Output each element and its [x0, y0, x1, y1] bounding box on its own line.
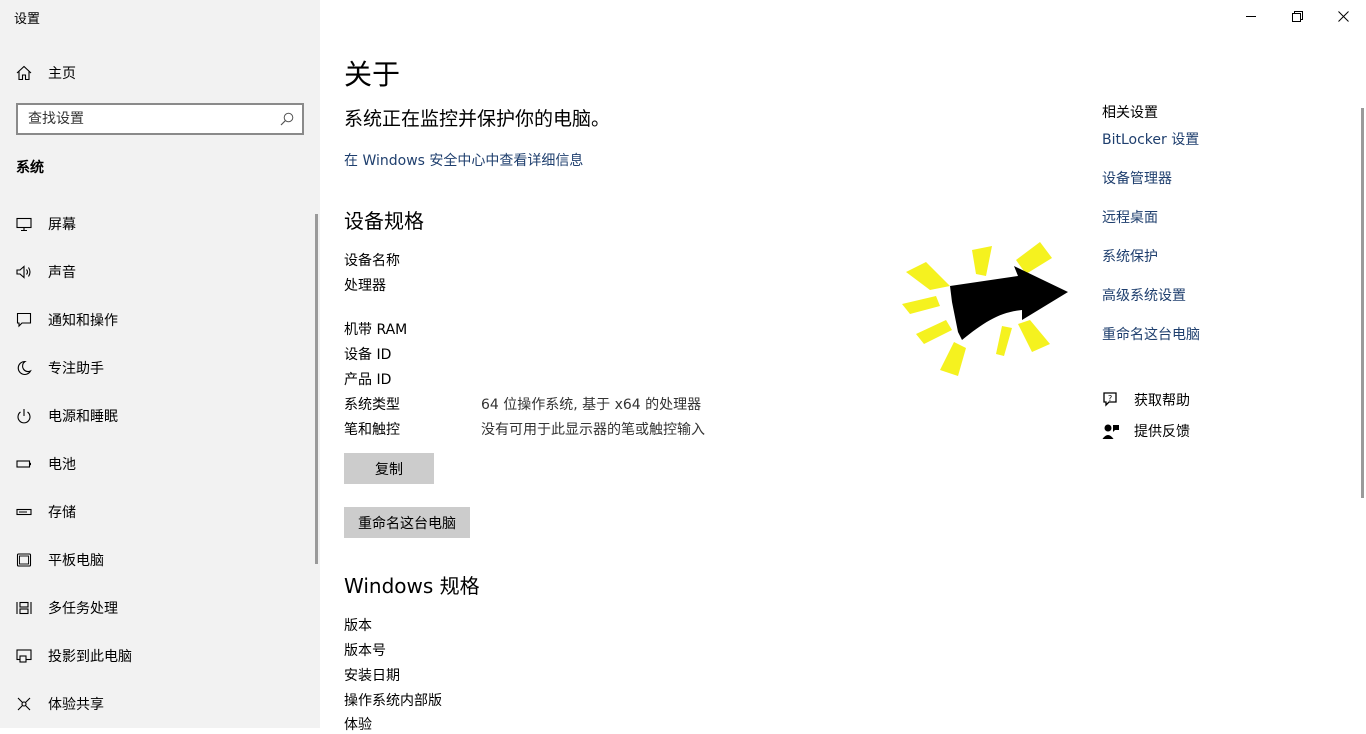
spec-row-device-name: 设备名称 — [344, 250, 400, 270]
sidebar-item-shared-experiences[interactable]: 体验共享 — [0, 684, 320, 724]
svg-text:?: ? — [1108, 394, 1112, 403]
spec-row-system-type: 系统类型 64 位操作系统, 基于 x64 的处理器 — [344, 394, 701, 414]
spec-label: 设备 ID — [344, 347, 392, 363]
sidebar-scrollbar[interactable] — [315, 214, 318, 564]
get-help-link[interactable]: ? 获取帮助 — [1102, 390, 1190, 410]
related-link-advanced-system[interactable]: 高级系统设置 — [1102, 285, 1186, 305]
help-chat-icon: ? — [1103, 392, 1117, 407]
sidebar-item-storage[interactable]: 存储 — [0, 492, 320, 532]
spec-row-pen-touch: 笔和触控 没有可用于此显示器的笔或触控输入 — [344, 419, 705, 439]
help-label: 获取帮助 — [1134, 393, 1190, 409]
sidebar-item-battery[interactable]: 电池 — [0, 444, 320, 484]
feedback-icon — [1102, 424, 1119, 439]
sidebar-item-sound[interactable]: 声音 — [0, 252, 320, 292]
sidebar-item-notifications[interactable]: 通知和操作 — [0, 300, 320, 340]
copy-button[interactable]: 复制 — [344, 453, 434, 484]
sidebar-item-label: 主页 — [48, 66, 76, 82]
sidebar-item-label: 电源和睡眠 — [48, 409, 118, 425]
related-link-system-protection[interactable]: 系统保护 — [1102, 246, 1158, 266]
sidebar-item-label: 专注助手 — [48, 361, 104, 377]
sidebar-item-multitasking[interactable]: 多任务处理 — [0, 588, 320, 628]
speaker-icon — [0, 264, 48, 280]
sidebar-item-display[interactable]: 屏幕 — [0, 204, 320, 244]
arrow-graphic — [902, 242, 1068, 376]
monitor-icon — [0, 216, 48, 232]
sidebar-item-label: 存储 — [48, 505, 76, 521]
moon-icon — [0, 360, 48, 376]
window-title: 设置 — [14, 12, 41, 27]
tablet-icon — [0, 552, 48, 568]
sidebar-item-label: 体验共享 — [48, 697, 104, 713]
close-icon — [1337, 10, 1349, 22]
spec-label: 笔和触控 — [344, 422, 400, 438]
notification-icon — [0, 312, 48, 328]
page-title: 关于 — [344, 58, 401, 91]
spec-row-processor: 处理器 — [344, 275, 386, 295]
security-center-link[interactable]: 在 Windows 安全中心中查看详细信息 — [344, 150, 583, 170]
feedback-link[interactable]: 提供反馈 — [1102, 421, 1190, 441]
windows-spec-heading: Windows 规格 — [344, 574, 480, 598]
related-link-bitlocker[interactable]: BitLocker 设置 — [1102, 129, 1199, 149]
spec-row-version: 版本号 — [344, 643, 386, 659]
related-link-rename-pc[interactable]: 重命名这台电脑 — [1102, 324, 1200, 344]
home-icon — [0, 65, 48, 81]
minimize-icon — [1245, 15, 1256, 17]
related-link-device-manager[interactable]: 设备管理器 — [1102, 168, 1172, 188]
spec-value: 没有可用于此显示器的笔或触控输入 — [481, 422, 705, 438]
device-spec-heading: 设备规格 — [344, 209, 424, 233]
minimize-button[interactable] — [1228, 0, 1274, 32]
security-status: 系统正在监控并保护你的电脑。 — [344, 108, 611, 130]
spec-value: 64 位操作系统, 基于 x64 的处理器 — [481, 397, 702, 413]
section-label: 系统 — [16, 160, 44, 176]
spec-label: 系统类型 — [344, 397, 400, 413]
sidebar: 设置 主页 系统 屏幕 声音 通知和操作 专注助手 电源和睡眠 电池 存储 — [0, 0, 320, 728]
spec-row-experience: 体验 — [344, 717, 372, 733]
sidebar-item-label: 多任务处理 — [48, 601, 118, 617]
search-input[interactable] — [18, 105, 268, 133]
sidebar-item-label: 平板电脑 — [48, 553, 104, 569]
sidebar-item-power-sleep[interactable]: 电源和睡眠 — [0, 396, 320, 436]
multitask-icon — [0, 600, 48, 616]
sidebar-item-tablet[interactable]: 平板电脑 — [0, 540, 320, 580]
related-settings-heading: 相关设置 — [1102, 105, 1158, 121]
sidebar-item-label: 投影到此电脑 — [48, 649, 132, 665]
power-icon — [0, 408, 48, 424]
restore-icon — [1291, 10, 1303, 22]
share-icon — [0, 696, 48, 712]
search-box[interactable] — [16, 103, 304, 135]
sidebar-item-project[interactable]: 投影到此电脑 — [0, 636, 320, 676]
sidebar-item-focus-assist[interactable]: 专注助手 — [0, 348, 320, 388]
close-button[interactable] — [1320, 0, 1366, 32]
spec-label: 处理器 — [344, 278, 386, 294]
battery-icon — [0, 456, 48, 472]
sidebar-item-label: 通知和操作 — [48, 313, 118, 329]
sidebar-item-home[interactable]: 主页 — [0, 53, 320, 93]
project-icon — [0, 648, 48, 664]
storage-icon — [0, 504, 48, 520]
feedback-label: 提供反馈 — [1134, 424, 1190, 440]
rename-pc-button[interactable]: 重命名这台电脑 — [344, 507, 470, 538]
restore-button[interactable] — [1274, 0, 1320, 32]
spec-row-device-id: 设备 ID — [344, 344, 391, 364]
spec-label: 设备名称 — [344, 253, 400, 269]
spec-row-os-build: 操作系统内部版 — [344, 693, 442, 709]
spec-label: 机带 RAM — [344, 322, 408, 338]
spec-row-ram: 机带 RAM — [344, 319, 407, 339]
related-link-remote-desktop[interactable]: 远程桌面 — [1102, 207, 1158, 227]
main-scrollbar[interactable] — [1361, 108, 1364, 498]
spec-row-install-date: 安装日期 — [344, 668, 400, 684]
search-icon[interactable] — [280, 112, 294, 126]
sidebar-item-label: 声音 — [48, 265, 76, 281]
spec-row-product-id: 产品 ID — [344, 369, 391, 389]
spec-label: 产品 ID — [344, 372, 392, 388]
sidebar-item-label: 屏幕 — [48, 217, 76, 233]
spec-row-edition: 版本 — [344, 618, 372, 634]
sidebar-item-label: 电池 — [48, 457, 76, 473]
